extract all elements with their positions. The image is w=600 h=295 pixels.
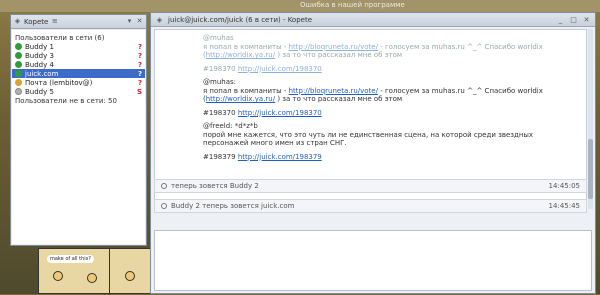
system-notice-time: 14:45:45	[548, 202, 580, 210]
message-text: порой мне кажется, что это чуть ли не ед…	[203, 130, 534, 148]
contact-item-selected[interactable]: juick.com ?	[12, 69, 145, 78]
online-status-icon	[15, 52, 22, 59]
status-icon: S	[136, 87, 142, 96]
online-status-icon	[15, 70, 22, 77]
online-status-icon	[15, 43, 22, 50]
info-icon	[161, 183, 167, 189]
message-sender: @freeld: *d*z*b	[203, 122, 258, 130]
contact-item[interactable]: Buddy 1 ?	[12, 42, 145, 51]
system-notice-time: 14:45:05	[548, 182, 580, 190]
comic-character	[87, 273, 97, 283]
minimize-icon[interactable]: _	[556, 16, 565, 24]
online-group-header[interactable]: Пользователи в сети (6)	[12, 33, 145, 42]
chat-message: @muhas я попал в компаниты - http://bloq…	[203, 34, 580, 73]
message-text: я попал в компаниты -	[203, 42, 289, 51]
comic-strip: make of all this?	[38, 248, 156, 295]
offline-group-header[interactable]: Пользователи не в сети: 50	[12, 96, 145, 105]
message-link[interactable]: http://bloqruneta.ru/vote/	[289, 43, 378, 51]
comic-speech-bubble: make of all this?	[47, 255, 94, 263]
message-number: #198379	[203, 152, 236, 161]
message-link[interactable]: http://juick.com/198370	[238, 65, 322, 73]
kopete-app-icon: ◈	[156, 15, 163, 24]
message-sender: @muhas:	[203, 78, 236, 86]
offline-status-icon	[15, 88, 22, 95]
message-text: ) за то что рассказал мне об этом	[275, 95, 403, 103]
chat-title: juick@juick.com/juick (6 в сети) - Kopet…	[168, 15, 313, 24]
contact-item[interactable]: Buddy 4 ?	[12, 60, 145, 69]
chat-message: @muhas: я попал в компаниты - http://blo…	[203, 78, 580, 117]
system-notice-text: Buddy 2 теперь зовется juick.com	[171, 202, 295, 210]
message-link[interactable]: http://bloqruneta.ru/vote/	[289, 87, 378, 95]
message-sender: @muhas	[203, 34, 234, 42]
comic-character	[125, 271, 135, 281]
message-text: ) за то что рассказал мне об этом	[275, 51, 403, 59]
message-input[interactable]	[154, 230, 592, 291]
message-text: я попал в компаниты -	[203, 86, 289, 95]
message-icon: ?	[137, 51, 142, 60]
message-scrollbar[interactable]	[588, 29, 593, 209]
menu-icon[interactable]: ≡	[51, 18, 58, 25]
message-icon: ?	[137, 78, 142, 87]
contact-item[interactable]: Почта (lembitov@) ?	[12, 78, 145, 87]
kopete-app-icon: ◈	[14, 17, 21, 25]
system-notice: теперь зовется Buddy 2 14:45:05	[154, 179, 587, 193]
message-icon: ?	[137, 60, 142, 69]
message-link[interactable]: http://juick.com/198370	[238, 109, 322, 117]
scrollbar-thumb[interactable]	[588, 139, 593, 199]
online-status-icon	[15, 61, 22, 68]
message-number: #198370	[203, 108, 236, 117]
contact-item[interactable]: Buddy 3 ?	[12, 51, 145, 60]
message-link[interactable]: http://worldix.ya.ru/	[206, 95, 275, 103]
message-number: #198370	[203, 64, 236, 73]
comic-character	[53, 271, 63, 281]
desktop-top-bar-text: Ошибка в нашей программе	[300, 1, 405, 9]
comic-panel-divider	[109, 249, 110, 295]
system-notice: Buddy 2 теперь зовется juick.com 14:45:4…	[154, 199, 587, 213]
chat-window: ◈ juick@juick.com/juick (6 в сети) - Kop…	[150, 12, 596, 294]
contact-item[interactable]: Buddy 5 S	[12, 87, 145, 96]
minimize-icon[interactable]: ▾	[126, 18, 133, 25]
close-icon[interactable]: ✕	[582, 16, 591, 24]
contact-list-title: Kopete	[24, 17, 49, 26]
message-link[interactable]: http://worldix.ya.ru/	[206, 51, 275, 59]
message-link[interactable]: http://juick.com/198379	[238, 153, 322, 161]
message-icon: ?	[137, 42, 142, 51]
info-icon	[161, 203, 167, 209]
close-icon[interactable]: ✕	[136, 18, 143, 25]
contact-list-window: ◈ Kopete ≡ ▾ ✕ Пользователи в сети (6) B…	[10, 14, 147, 246]
chat-message: @freeld: *d*z*b порой мне кажется, что э…	[203, 122, 580, 161]
contact-list: Пользователи в сети (6) Buddy 1 ? Buddy …	[12, 30, 145, 244]
maximize-icon[interactable]: □	[569, 16, 578, 24]
chat-titlebar[interactable]: ◈ juick@juick.com/juick (6 в сети) - Kop…	[151, 13, 595, 27]
away-status-icon	[15, 79, 22, 86]
system-notice-text: теперь зовется Buddy 2	[171, 182, 259, 190]
message-icon: ?	[137, 69, 142, 78]
contact-list-titlebar[interactable]: ◈ Kopete ≡ ▾ ✕	[11, 15, 146, 29]
